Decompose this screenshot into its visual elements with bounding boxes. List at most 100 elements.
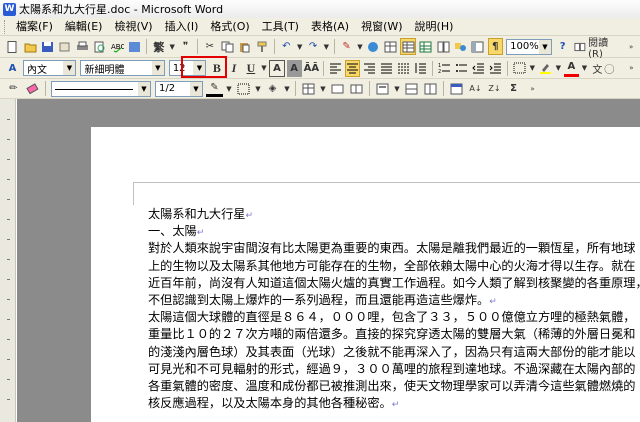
dropdown-arrow-icon[interactable]: ▼ bbox=[169, 38, 176, 55]
permission-icon[interactable] bbox=[57, 38, 72, 55]
help-icon[interactable]: ? bbox=[555, 38, 570, 55]
autosum-icon[interactable]: Σ bbox=[505, 80, 522, 97]
redo-icon[interactable]: ↷ bbox=[305, 38, 320, 55]
insert-excel-icon[interactable] bbox=[418, 38, 433, 55]
dropdown-arrow-icon[interactable]: ▼ bbox=[393, 80, 401, 97]
dropdown-arrow-icon[interactable]: ▼ bbox=[254, 80, 262, 97]
dropdown-arrow-icon[interactable]: ▼ bbox=[356, 38, 363, 55]
undo-icon[interactable]: ↶ bbox=[279, 38, 294, 55]
dropdown-arrow-icon[interactable]: ▼ bbox=[323, 38, 330, 55]
open-folder-icon[interactable] bbox=[22, 38, 37, 55]
table-autoformat-icon[interactable] bbox=[448, 80, 465, 97]
justify-icon[interactable] bbox=[379, 60, 394, 77]
chevron-down-icon[interactable]: ▼ bbox=[138, 81, 150, 96]
document-text[interactable]: 太陽系和九大行星↵ 一、太陽↵ 對於人類來說宇宙間沒有比太陽更為重要的東西。太陽… bbox=[148, 206, 640, 412]
outside-border-icon[interactable] bbox=[235, 80, 252, 97]
insert-table-icon[interactable] bbox=[300, 80, 317, 97]
toolbar-options-icon[interactable]: » bbox=[524, 80, 541, 97]
symbol-icon[interactable]: ❞ bbox=[178, 38, 193, 55]
align-cell-icon[interactable] bbox=[374, 80, 391, 97]
traditional-simplified-icon[interactable]: 繁 bbox=[151, 38, 166, 55]
line-style-dropdown[interactable]: ▼ bbox=[51, 80, 151, 97]
menu-insert[interactable]: 插入(I) bbox=[159, 19, 205, 35]
document-area[interactable]: 太陽系和九大行星↵ 一、太陽↵ 對於人類來說宇宙間沒有比太陽更為重要的東西。太陽… bbox=[17, 99, 640, 422]
chevron-down-icon[interactable]: ▼ bbox=[63, 61, 76, 75]
research-icon[interactable] bbox=[127, 38, 142, 55]
dropdown-arrow-icon[interactable]: ▼ bbox=[225, 80, 233, 97]
dropdown-arrow-icon[interactable]: ▼ bbox=[529, 60, 536, 77]
ink-annotation-icon[interactable]: ✎ bbox=[339, 38, 354, 55]
underline-button[interactable]: U bbox=[243, 60, 258, 77]
italic-button[interactable]: I bbox=[226, 60, 241, 77]
align-center-icon[interactable] bbox=[344, 59, 361, 77]
numbering-icon[interactable]: 12 bbox=[437, 60, 452, 77]
align-right-icon[interactable] bbox=[362, 60, 377, 77]
spelling-icon[interactable]: ABC bbox=[109, 38, 124, 55]
new-document-icon[interactable] bbox=[5, 38, 20, 55]
document-page[interactable]: 太陽系和九大行星↵ 一、太陽↵ 對於人類來說宇宙間沒有比太陽更為重要的東西。太陽… bbox=[91, 127, 640, 422]
tables-borders-icon[interactable] bbox=[383, 38, 398, 55]
distributed-icon[interactable] bbox=[396, 60, 411, 77]
increase-indent-icon[interactable] bbox=[488, 60, 503, 77]
zoom-dropdown[interactable]: 100% ▼ bbox=[506, 38, 552, 55]
styles-formatting-icon[interactable]: A bbox=[5, 60, 20, 77]
print-preview-icon[interactable] bbox=[92, 38, 107, 55]
sort-ascending-icon[interactable]: A↓ bbox=[467, 80, 484, 97]
hyperlink-icon[interactable] bbox=[366, 38, 381, 55]
phonetic-guide-icon[interactable]: 文 bbox=[590, 60, 605, 77]
eraser-icon[interactable] bbox=[24, 80, 41, 97]
decrease-indent-icon[interactable] bbox=[471, 60, 486, 77]
drawing-icon[interactable] bbox=[453, 38, 468, 55]
distribute-rows-icon[interactable] bbox=[403, 80, 420, 97]
draw-table-icon[interactable]: ✏ bbox=[5, 80, 22, 97]
bullets-icon[interactable] bbox=[454, 60, 469, 77]
dropdown-arrow-icon[interactable]: ▼ bbox=[319, 80, 327, 97]
dropdown-arrow-icon[interactable]: ▼ bbox=[581, 60, 588, 77]
menu-format[interactable]: 格式(O) bbox=[204, 19, 255, 35]
outside-border-icon[interactable] bbox=[512, 60, 527, 77]
print-icon[interactable] bbox=[75, 38, 90, 55]
toolbar-options-icon[interactable]: » bbox=[624, 60, 639, 77]
style-dropdown[interactable]: 內文 ▼ bbox=[22, 60, 77, 76]
enclose-characters-icon[interactable]: ⃝ bbox=[607, 60, 622, 77]
read-icon[interactable]: 閱讀(R) bbox=[572, 38, 621, 60]
dropdown-arrow-icon[interactable]: ▼ bbox=[260, 60, 267, 77]
align-left-icon[interactable] bbox=[328, 60, 343, 77]
menu-file[interactable]: 檔案(F) bbox=[10, 19, 59, 35]
character-scaling-icon[interactable]: ĀĀ bbox=[304, 60, 319, 77]
vertical-ruler[interactable] bbox=[0, 99, 16, 422]
dropdown-arrow-icon[interactable]: ▼ bbox=[555, 60, 562, 77]
chevron-down-icon[interactable]: ▼ bbox=[190, 81, 202, 96]
show-hide-marks-icon[interactable]: ¶ bbox=[487, 38, 504, 55]
font-dropdown[interactable]: 新細明體 ▼ bbox=[80, 60, 165, 76]
chevron-down-icon[interactable]: ▼ bbox=[538, 39, 551, 54]
insert-table-icon[interactable] bbox=[400, 38, 416, 55]
character-border-icon[interactable]: A bbox=[269, 59, 285, 77]
distribute-columns-icon[interactable] bbox=[422, 80, 439, 97]
font-color-icon[interactable]: A bbox=[563, 60, 579, 77]
menu-window[interactable]: 視窗(W) bbox=[355, 19, 408, 35]
sort-descending-icon[interactable]: Z↓ bbox=[486, 80, 503, 97]
document-map-icon[interactable] bbox=[470, 38, 485, 55]
paste-icon[interactable] bbox=[237, 38, 252, 55]
merge-cells-icon[interactable] bbox=[329, 80, 346, 97]
menu-table[interactable]: 表格(A) bbox=[305, 19, 355, 35]
format-painter-icon[interactable] bbox=[254, 38, 269, 55]
highlight-icon[interactable] bbox=[538, 60, 553, 77]
menu-edit[interactable]: 編輯(E) bbox=[59, 19, 109, 35]
split-cells-icon[interactable] bbox=[348, 80, 365, 97]
menu-view[interactable]: 檢視(V) bbox=[108, 19, 158, 35]
line-spacing-icon[interactable] bbox=[413, 60, 428, 77]
cut-icon[interactable]: ✂ bbox=[202, 38, 217, 55]
columns-icon[interactable] bbox=[435, 38, 450, 55]
save-icon[interactable] bbox=[40, 38, 55, 55]
dropdown-arrow-icon[interactable]: ▼ bbox=[296, 38, 303, 55]
menu-help[interactable]: 說明(H) bbox=[409, 19, 460, 35]
chevron-down-icon[interactable]: ▼ bbox=[151, 61, 164, 75]
toolbar-grip-icon[interactable] bbox=[4, 19, 7, 34]
character-shading-icon[interactable]: A bbox=[286, 59, 302, 77]
line-weight-dropdown[interactable]: 1/2 ▼ bbox=[155, 80, 203, 97]
toolbar-options-icon[interactable]: » bbox=[623, 38, 638, 55]
copy-icon[interactable] bbox=[220, 38, 235, 55]
border-color-icon[interactable]: ✎ bbox=[206, 80, 223, 97]
